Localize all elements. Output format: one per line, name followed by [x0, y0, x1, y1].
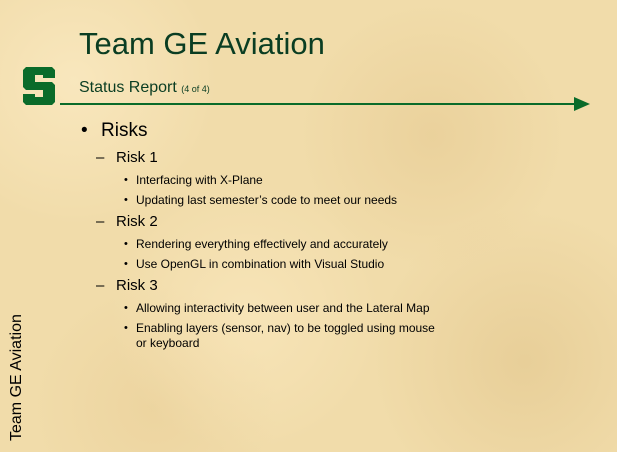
risk-item: – Risk 3: [79, 276, 599, 296]
risk-detail-text: Interfacing with X-Plane: [136, 173, 263, 187]
risk-label: Risk 1: [116, 149, 158, 166]
risk-detail: • Allowing interactivity between user and…: [79, 301, 599, 316]
risk-detail-text: Use OpenGL in combination with Visual St…: [136, 257, 385, 271]
risk-item: – Risk 1: [79, 148, 599, 168]
risk-detail-text: Updating last semester’s code to meet ou…: [136, 193, 398, 207]
slide-content: • Risks – Risk 1 • Interfacing with X-Plane…: [79, 118, 599, 351]
risk-detail-text: Rendering everything effectively and acc…: [136, 237, 388, 251]
subtitle-text: Status Report: [79, 79, 177, 96]
divider-arrow-icon: [60, 97, 590, 111]
dash-bullet-icon: –: [96, 277, 105, 294]
slide-subtitle: Status Report (4 of 4): [79, 78, 210, 99]
dash-bullet-icon: –: [96, 149, 105, 166]
slide-title: Team GE Aviation: [79, 26, 325, 61]
risk-label: Risk 2: [116, 213, 158, 230]
small-bullet-icon: •: [124, 174, 128, 186]
small-bullet-icon: •: [124, 322, 128, 334]
spartan-s-logo-icon: [23, 67, 55, 105]
page-indicator: (4 of 4): [181, 84, 210, 94]
risk-label: Risk 3: [116, 277, 158, 294]
bullet-dot-icon: •: [81, 120, 88, 141]
small-bullet-icon: •: [124, 302, 128, 314]
risk-detail: • Enabling layers (sensor, nav) to be tog…: [79, 321, 599, 351]
risk-detail: • Interfacing with X-Plane: [79, 173, 599, 188]
risk-detail: • Rendering everything effectively and ac…: [79, 237, 599, 252]
risk-detail-text: Enabling layers (sensor, nav) to be togg…: [136, 321, 435, 335]
risk-detail: • Use OpenGL in combination with Visual S…: [79, 257, 599, 272]
heading-text: Risks: [101, 120, 148, 141]
bullet-risks: • Risks: [79, 118, 599, 144]
risk-detail: • Updating last semester’s code to meet o…: [79, 193, 599, 208]
slide: Team GE Aviation Status Report (4 of 4) …: [0, 0, 617, 452]
risk-detail-text: Allowing interactivity between user and …: [136, 301, 430, 315]
risk-item: – Risk 2: [79, 212, 599, 232]
small-bullet-icon: •: [124, 194, 128, 206]
small-bullet-icon: •: [124, 258, 128, 270]
side-label: Team GE Aviation: [8, 314, 25, 441]
small-bullet-icon: •: [124, 238, 128, 250]
risk-detail-text-continued: or keyboard: [136, 336, 200, 350]
dash-bullet-icon: –: [96, 213, 105, 230]
